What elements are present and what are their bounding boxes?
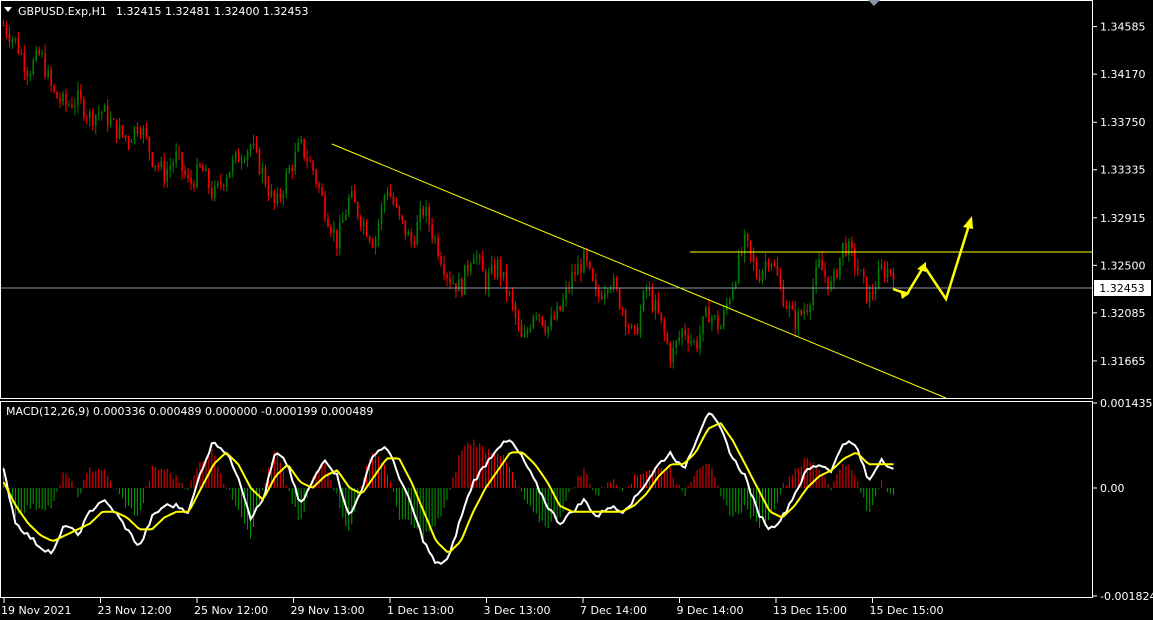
symbol-label: GBPUSD.Exp,H1 [18,5,107,18]
price-tick-label: 1.32500 [1100,259,1146,272]
price-tick-label: 1.32915 [1100,212,1146,225]
price-tick: 1.32085 [1092,307,1146,320]
time-tick-label: 25 Nov 12:00 [194,604,268,617]
candle [705,305,707,318]
candle [56,90,58,99]
price-tick-label: 1.33335 [1100,164,1146,177]
candle [258,147,261,176]
candle [461,277,463,298]
price-tick: 1.31665 [1092,355,1146,368]
candle [303,138,305,161]
macd-label: MACD(12,26,9) 0.000336 0.000489 0.000000… [6,405,373,418]
time-tick-label: 13 Dec 15:00 [773,604,847,617]
macd-tick: 0.001435 [1092,397,1153,410]
current-price-tag: 1.32453 [1094,280,1151,296]
price-tick: 1.33750 [1092,116,1146,129]
current-price-label: 1.32453 [1099,282,1145,295]
price-tick: 1.32915 [1092,212,1146,225]
candle [865,276,868,304]
macd-tick-label: -0.001824 [1100,590,1153,603]
price-tick-label: 1.31665 [1100,355,1146,368]
macd-tick: -0.001824 [1092,590,1153,603]
time-tick-label: 9 Dec 14:00 [677,604,744,617]
price-tick-label: 1.32085 [1100,307,1146,320]
time-tick-label: 23 Nov 12:00 [98,604,172,617]
candle [464,264,466,296]
candle [83,95,85,122]
time-tick-label: 29 Nov 13:00 [291,604,365,617]
candle [583,247,585,274]
price-tick: 1.34170 [1092,68,1146,81]
candle [324,190,326,223]
candle [839,257,841,281]
candle [618,287,621,311]
candle [642,289,645,313]
price-tick: 1.33335 [1092,164,1146,177]
price-tick: 1.34585 [1092,21,1146,34]
candle [737,249,740,285]
candle [228,171,231,179]
candle [151,151,154,168]
macd-tick-label: 0.001435 [1100,397,1153,410]
time-tick-label: 7 Dec 14:00 [580,604,647,617]
time-tick-label: 3 Dec 13:00 [484,604,551,617]
price-tick: 1.32500 [1092,259,1146,272]
price-tick-label: 1.34170 [1100,68,1146,81]
time-tick-label: 1 Dec 13:00 [387,604,454,617]
candle [347,193,350,218]
price-tick-label: 1.34585 [1100,21,1146,34]
candle [592,267,594,282]
time-tick-label: 15 Dec 15:00 [870,604,944,617]
candle [32,57,35,76]
candle [541,315,544,327]
candle [532,314,535,330]
forex-chart: 1.34585 1.34170 1.33750 1.33335 1.32915 1.325… [0,0,1153,620]
price-tick-label: 1.33750 [1100,116,1146,129]
macd-tick-label: 0.00 [1100,482,1125,495]
candle [264,164,267,188]
time-tick-label: 19 Nov 2021 [1,604,71,617]
ohlc-values: 1.32415 1.32481 1.32400 1.32453 [116,5,308,18]
